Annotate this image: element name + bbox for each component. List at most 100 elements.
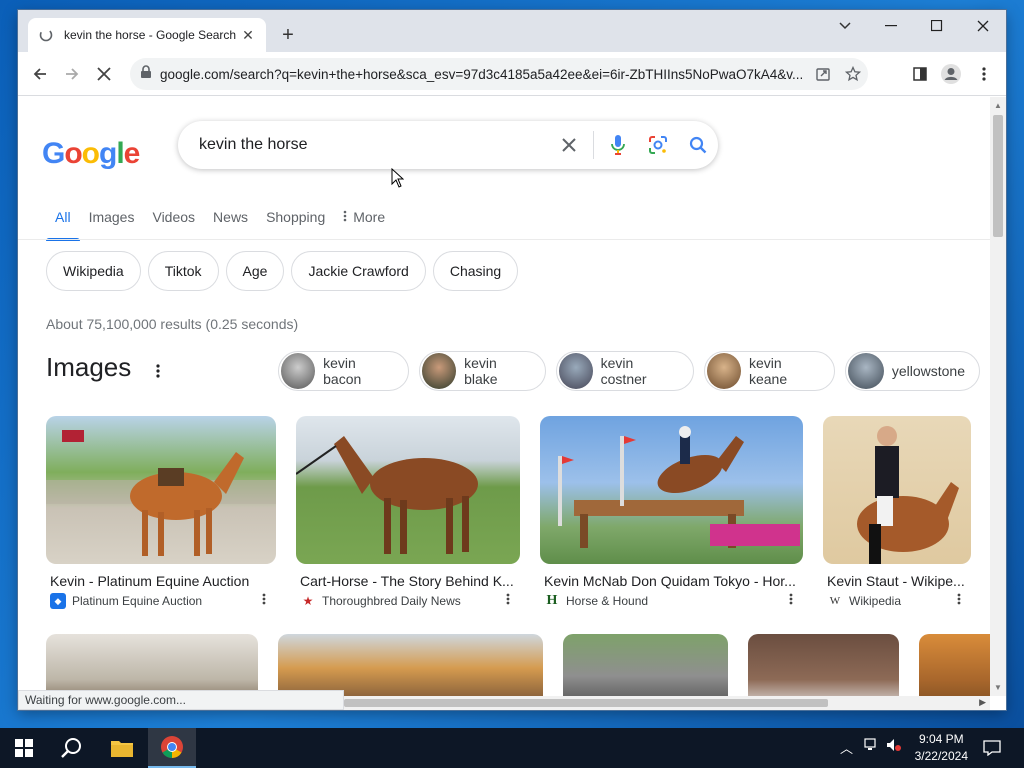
image-source[interactable]: W Wikipedia (823, 593, 971, 609)
image-source[interactable]: ◆ Platinum Equine Auction (46, 593, 276, 609)
loading-favicon-icon (38, 27, 54, 43)
chrome-taskbar-icon[interactable] (148, 728, 196, 768)
close-window-button[interactable] (960, 10, 1006, 42)
related-thumbnail (558, 353, 593, 389)
related-kevin-bacon[interactable]: kevin bacon (278, 351, 409, 391)
horizontal-scroll-thumb[interactable] (344, 699, 828, 707)
browser-tab[interactable]: kevin the horse - Google Search ✕ (28, 18, 266, 52)
tab-more[interactable]: More (334, 209, 394, 239)
mouse-cursor-icon (391, 167, 405, 193)
related-searches: kevin bacon kevin blake kevin costner ke… (278, 351, 990, 391)
tray-chevron-icon[interactable]: ︿ (840, 738, 853, 757)
scroll-down-arrow-icon[interactable]: ▼ (994, 683, 1002, 692)
tab-title: kevin the horse - Google Search (64, 28, 237, 42)
related-thumbnail (421, 353, 457, 389)
related-thumbnail (281, 353, 316, 389)
vertical-scrollbar[interactable]: ▲ ▼ (990, 97, 1006, 696)
clear-search-icon[interactable] (549, 125, 589, 165)
images-section-heading: Images (46, 352, 132, 382)
search-query-text[interactable]: kevin the horse (199, 136, 549, 154)
forward-button[interactable] (59, 61, 85, 87)
image-more-menu-icon[interactable] (256, 589, 272, 609)
image-caption[interactable]: Kevin McNab Don Quidam Tokyo - Hor... (540, 573, 803, 589)
images-section-menu-icon[interactable] (149, 359, 167, 383)
source-favicon-icon: ◆ (50, 593, 66, 609)
tab-news[interactable]: News (204, 209, 257, 239)
search-box[interactable]: kevin the horse (178, 121, 718, 169)
image-result-card[interactable]: Kevin - Platinum Equine Auction ◆ Platin… (46, 416, 276, 609)
image-thumbnail[interactable] (46, 416, 276, 564)
minimize-button[interactable] (868, 10, 914, 42)
image-result-card[interactable]: Kevin Staut - Wikipe... W Wikipedia (823, 416, 971, 609)
image-caption[interactable]: Kevin - Platinum Equine Auction (46, 573, 276, 589)
start-button[interactable] (0, 728, 48, 768)
tab-search-chevron-icon[interactable] (822, 10, 868, 42)
system-clock[interactable]: 9:04 PM 3/22/2024 (915, 731, 968, 765)
volume-muted-icon[interactable] (886, 738, 902, 755)
related-kevin-keane[interactable]: kevin keane (703, 351, 835, 391)
image-result-card[interactable]: Cart-Horse - The Story Behind K... ★ Tho… (296, 416, 520, 609)
image-more-menu-icon[interactable] (951, 589, 967, 609)
image-caption[interactable]: Kevin Staut - Wikipe... (823, 573, 971, 589)
chrome-menu-icon[interactable] (971, 61, 997, 87)
image-more-menu-icon[interactable] (783, 589, 799, 609)
image-source[interactable]: ★ Thoroughbred Daily News (296, 593, 520, 609)
url-text: google.com/search?q=kevin+the+horse&sca_… (160, 66, 804, 82)
share-icon[interactable] (808, 59, 838, 89)
vertical-scroll-thumb[interactable] (993, 115, 1003, 237)
related-kevin-costner[interactable]: kevin costner (555, 351, 694, 391)
tab-all[interactable]: All (46, 209, 80, 241)
side-panel-icon[interactable] (907, 61, 933, 87)
tab-videos[interactable]: Videos (143, 209, 204, 239)
related-thumbnail (706, 353, 741, 389)
image-result-card[interactable]: Kevin McNab Don Quidam Tokyo - Hor... H … (540, 416, 803, 609)
tab-close-icon[interactable]: ✕ (240, 27, 256, 44)
tab-images[interactable]: Images (80, 209, 144, 239)
bookmark-star-icon[interactable] (838, 59, 868, 89)
tabs-divider (18, 239, 990, 240)
taskbar-search-icon[interactable] (48, 728, 96, 768)
chip-jackie-crawford[interactable]: Jackie Crawford (291, 251, 426, 291)
lock-icon[interactable] (140, 64, 152, 84)
refinement-chips: Wikipedia Tiktok Age Jackie Crawford Cha… (46, 251, 525, 291)
taskbar: ︿ 9:04 PM 3/22/2024 (0, 728, 1024, 768)
browser-window: kevin the horse - Google Search ✕ + goog… (18, 10, 1006, 710)
search-tabs: All Images Videos News Shopping More (46, 209, 394, 241)
scroll-right-arrow-icon[interactable]: ▶ (979, 697, 986, 708)
related-kevin-blake[interactable]: kevin blake (418, 351, 546, 391)
status-bubble: Waiting for www.google.com... (18, 690, 344, 710)
image-source[interactable]: H Horse & Hound (540, 593, 803, 609)
source-favicon-icon: ★ (302, 594, 314, 608)
chip-wikipedia[interactable]: Wikipedia (46, 251, 141, 291)
stop-loading-button[interactable] (91, 61, 117, 87)
address-bar[interactable]: google.com/search?q=kevin+the+horse&sca_… (130, 58, 868, 90)
related-label: kevin blake (464, 355, 498, 387)
maximize-button[interactable] (914, 10, 960, 42)
new-tab-button[interactable]: + (276, 24, 300, 48)
source-name: Thoroughbred Daily News (322, 594, 461, 608)
file-explorer-icon[interactable] (98, 728, 146, 768)
image-thumbnail[interactable] (296, 416, 520, 564)
related-yellowstone[interactable]: yellowstone (844, 351, 980, 391)
search-submit-icon[interactable] (678, 125, 718, 165)
voice-search-mic-icon[interactable] (598, 125, 638, 165)
source-favicon-icon: W (829, 595, 841, 607)
network-icon[interactable] (864, 738, 880, 755)
image-more-menu-icon[interactable] (500, 589, 516, 609)
image-thumbnail[interactable] (540, 416, 803, 564)
chip-age[interactable]: Age (225, 251, 285, 291)
notifications-icon[interactable] (968, 728, 1016, 768)
chip-chasing[interactable]: Chasing (432, 251, 519, 291)
profile-avatar-icon[interactable] (938, 61, 964, 87)
google-logo[interactable]: Google (42, 137, 140, 171)
google-lens-icon[interactable] (638, 125, 678, 165)
back-button[interactable] (27, 61, 53, 87)
image-thumbnail[interactable] (823, 416, 971, 564)
chip-tiktok[interactable]: Tiktok (147, 251, 219, 291)
image-caption[interactable]: Cart-Horse - The Story Behind K... (296, 573, 520, 589)
tab-shopping[interactable]: Shopping (257, 209, 334, 239)
related-label: kevin costner (600, 355, 647, 387)
source-name: Wikipedia (849, 594, 902, 608)
scroll-up-arrow-icon[interactable]: ▲ (994, 101, 1002, 110)
source-name: Horse & Hound (566, 594, 649, 608)
